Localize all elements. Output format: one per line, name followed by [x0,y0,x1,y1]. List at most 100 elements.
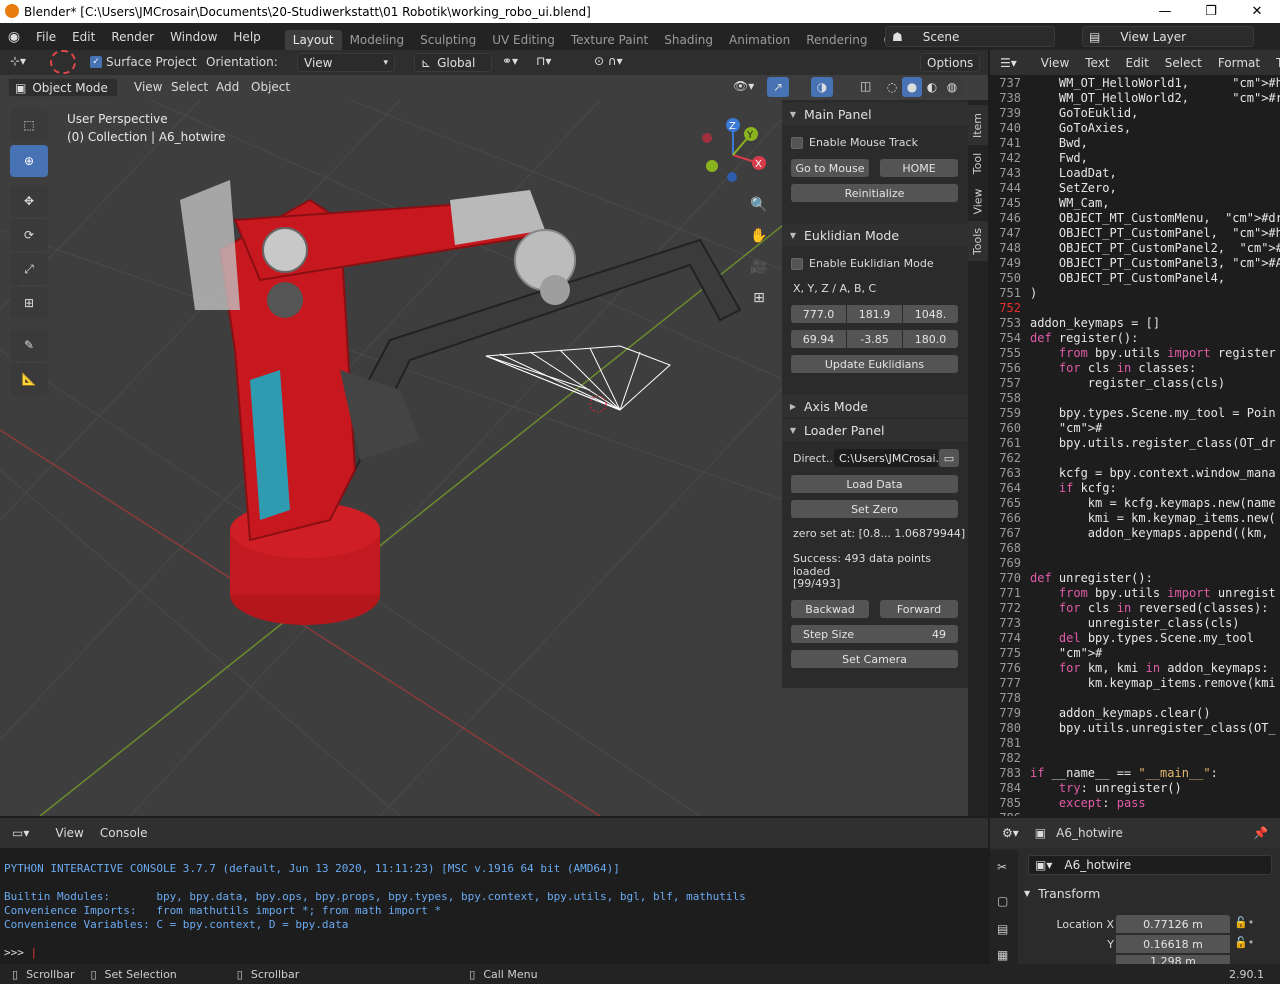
view-layer-selector[interactable]: ▤ View Layer [1082,26,1254,47]
code-line[interactable]: 742 Fwd, [990,151,1280,166]
material-shading-icon[interactable]: ◐ [922,77,942,97]
options-dropdown[interactable]: Options [920,53,980,72]
location-y-field[interactable]: 0.16618 m [1116,935,1230,953]
tab-shading[interactable]: Shading [656,30,721,50]
python-console[interactable]: ▭▾ View Console PYTHON INTERACTIVE CONSO… [0,818,988,964]
surface-project-checkbox[interactable]: ✓ Surface Project [90,55,197,69]
x-field[interactable]: 777.0 [791,305,846,323]
code-line[interactable]: 763 kcfg = bpy.context.window_mana [990,466,1280,481]
visibility-icon[interactable]: 👁▾ [733,79,754,93]
solid-shading-icon[interactable]: ● [902,77,922,97]
pan-hand-icon[interactable]: ✋ [745,222,773,250]
scene-selector[interactable]: ☗ Scene [885,26,1055,47]
enable-mouse-track-checkbox[interactable]: Enable Mouse Track [791,136,918,149]
code-line[interactable]: 766 kmi = km.keymap_items.new( [990,511,1280,526]
camera-view-icon[interactable]: 🎥 [745,253,773,281]
location-z-field[interactable]: 1.298 m [1116,955,1230,964]
object-name-field[interactable]: ▣▾ A6_hotwire [1028,855,1272,875]
wireframe-shading-icon[interactable]: ◌ [882,77,902,97]
set-zero-button[interactable]: Set Zero [791,500,958,518]
console-menu-console[interactable]: Console [92,826,156,840]
euklidian-panel-header[interactable]: ▼ Euklidian Mode [782,224,968,246]
view-layer-tab-icon[interactable]: ▦ [997,948,1008,962]
main-panel-header[interactable]: ▼ Main Panel [782,103,968,125]
maximize-button[interactable]: ❐ [1188,0,1234,23]
code-line[interactable]: 746 OBJECT_MT_CustomMenu, "cm">#dropdo [990,211,1280,226]
lock-icon[interactable]: 🔓• [1234,936,1254,949]
transform-tool[interactable]: ⊞ [10,287,48,319]
code-line[interactable]: 758 [990,391,1280,406]
navigation-gizmo[interactable]: Z X Y [695,115,775,195]
code-line[interactable]: 786 [990,811,1280,816]
code-line[interactable]: 760 "cm"># [990,421,1280,436]
code-line[interactable]: 764 if kcfg: [990,481,1280,496]
code-line[interactable]: 747 OBJECT_PT_CustomPanel, "cm">#haupt [990,226,1280,241]
code-line[interactable]: 765 km = kcfg.keymaps.new(name [990,496,1280,511]
tool-icon[interactable]: ⊹▾ [10,54,26,68]
code-line[interactable]: 769 [990,556,1280,571]
code-line[interactable]: 741 Bwd, [990,136,1280,151]
properties-editor-icon[interactable]: ⚙▾ [1002,826,1019,840]
proportional-edit-icon[interactable]: ⊙ ∩▾ [594,54,623,68]
update-euklidians-button[interactable]: Update Euklidians [791,355,958,373]
step-size-field[interactable]: Step Size 49 [791,625,958,643]
code-line[interactable]: 752 [990,301,1280,316]
move-tool[interactable]: ✥ [10,185,48,217]
b-field[interactable]: -3.85 [847,330,902,348]
xray-icon[interactable]: ◫ [860,79,871,93]
menu-help[interactable]: Help [225,30,268,44]
minimize-button[interactable]: — [1142,0,1188,23]
code-line[interactable]: 755 from bpy.utils import register [990,346,1280,361]
tab-texture-paint[interactable]: Texture Paint [563,30,656,50]
code-line[interactable]: 738 WM_OT_HelloWorld2, "cm">#reinit [990,91,1280,106]
annotate-tool[interactable]: ✎ [10,329,48,361]
set-camera-button[interactable]: Set Camera [791,650,958,668]
code-line[interactable]: 770 def unregister(): [990,571,1280,586]
render-tab-icon[interactable]: ▢ [997,894,1008,908]
tab-uv-editing[interactable]: UV Editing [484,30,563,50]
code-line[interactable]: 761 bpy.utils.register_class(OT_dr [990,436,1280,451]
code-line[interactable]: 748 OBJECT_PT_CustomPanel2, "cm">#2. x [990,241,1280,256]
code-line[interactable]: 737 WM_OT_HelloWorld1, "cm">#home b [990,76,1280,91]
code-line[interactable]: 780 bpy.utils.unregister_class(OT_ [990,721,1280,736]
sidetab-tools[interactable]: Tools [968,221,988,261]
code-line[interactable]: 773 unregister_class(cls) [990,616,1280,631]
forward-button[interactable]: Forward [880,600,958,618]
location-x-field[interactable]: 0.77126 m [1116,915,1230,933]
viewport-menu-object[interactable]: Object [243,80,298,94]
tab-modeling[interactable]: Modeling [342,30,413,50]
orientation-dropdown[interactable]: View ▾ [297,53,395,72]
backward-button[interactable]: Backwad [791,600,869,618]
cursor-tool[interactable]: ⊕ [10,145,48,177]
editor-type-icon[interactable]: ☰▾ [1000,56,1017,70]
rotate-tool[interactable]: ⟳ [10,219,48,251]
gizmo-toggle-icon[interactable]: ↗ [767,77,789,97]
code-line[interactable]: 749 OBJECT_PT_CustomPanel3, "cm">#Achse [990,256,1280,271]
close-window-button[interactable]: ✕ [1234,0,1280,23]
text-menu-view[interactable]: View [1033,56,1077,70]
code-line[interactable]: 745 WM_Cam, [990,196,1280,211]
code-line[interactable]: 757 register_class(cls) [990,376,1280,391]
text-editor-body[interactable]: 737 WM_OT_HelloWorld1, "cm">#home b738 W… [990,76,1280,816]
blender-menu-icon[interactable]: ◉ [0,29,28,45]
code-line[interactable]: 759 bpy.types.Scene.my_tool = Poin [990,406,1280,421]
snap-icon[interactable]: ⊓▾ [536,54,551,68]
code-line[interactable]: 782 [990,751,1280,766]
code-line[interactable]: 753 addon_keymaps = [] [990,316,1280,331]
code-line[interactable]: 774 del bpy.types.Scene.my_tool [990,631,1280,646]
code-line[interactable]: 781 [990,736,1280,751]
code-line[interactable]: 756 for cls in classes: [990,361,1280,376]
viewport-menu-add[interactable]: Add [208,80,247,94]
code-line[interactable]: 777 km.keymap_items.remove(kmi [990,676,1280,691]
code-line[interactable]: 779 addon_keymaps.clear() [990,706,1280,721]
menu-render[interactable]: Render [103,30,162,44]
z-field[interactable]: 1048. [903,305,958,323]
sidetab-view[interactable]: View [968,183,988,219]
code-line[interactable]: 776 for km, kmi in addon_keymaps: [990,661,1280,676]
code-line[interactable]: 754 def register(): [990,331,1280,346]
scale-tool[interactable]: ⤢ [10,253,48,285]
code-line[interactable]: 771 from bpy.utils import unregist [990,586,1280,601]
code-line[interactable]: 775 "cm"># [990,646,1280,661]
directory-input[interactable]: C:\Users\JMCrosai... [834,449,938,467]
perspective-grid-icon[interactable]: ⊞ [745,284,773,312]
